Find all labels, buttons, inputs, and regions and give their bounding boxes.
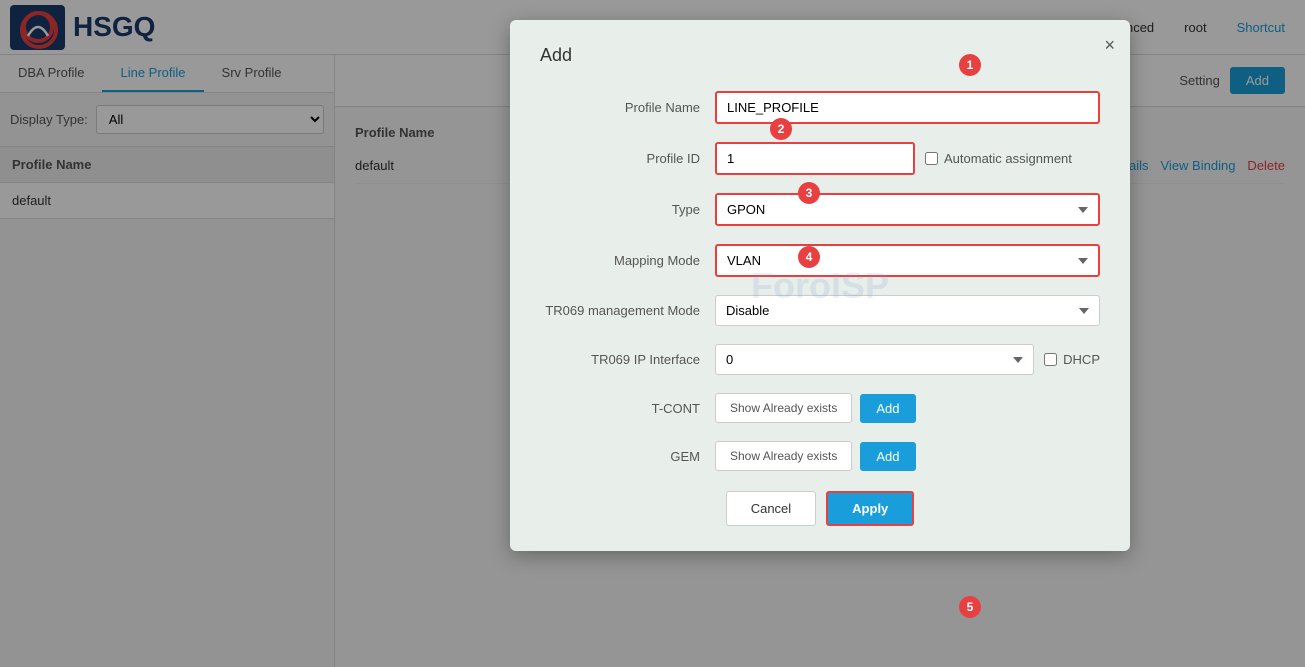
modal-title: Add [540,45,1100,66]
profile-name-input[interactable] [715,91,1100,124]
tr069-mode-row: TR069 management Mode Disable Enable [540,295,1100,326]
gem-controls: Show Already exists Add [715,441,916,471]
auto-assign-checkbox[interactable] [925,152,938,165]
apply-button[interactable]: Apply [826,491,914,526]
badge-5: 5 [959,596,981,618]
modal-footer: Cancel Apply [540,491,1100,526]
mapping-mode-label: Mapping Mode [540,253,715,268]
modal-close-button[interactable]: × [1104,35,1115,56]
type-label: Type [540,202,715,217]
cancel-button[interactable]: Cancel [726,491,816,526]
tcont-label: T-CONT [540,401,715,416]
tr069-ip-label: TR069 IP Interface [540,352,715,367]
auto-assign-label: Automatic assignment [925,151,1072,166]
tr069-ip-select[interactable]: 0 [715,344,1034,375]
tcont-controls: Show Already exists Add [715,393,916,423]
gem-add-button[interactable]: Add [860,442,915,471]
profile-id-row: Profile ID Automatic assignment [540,142,1100,175]
tcont-add-button[interactable]: Add [860,394,915,423]
tr069-ip-row: TR069 IP Interface 0 DHCP [540,344,1100,375]
tcont-row: T-CONT Show Already exists Add [540,393,1100,423]
dhcp-checkbox[interactable] [1044,353,1057,366]
tcont-show-exists-button[interactable]: Show Already exists [715,393,852,423]
gem-label: GEM [540,449,715,464]
tr069-mode-label: TR069 management Mode [540,303,715,318]
dhcp-label: DHCP [1044,352,1100,367]
mapping-mode-select[interactable]: VLAN GEM [715,244,1100,277]
profile-name-row: Profile Name [540,91,1100,124]
gem-show-exists-button[interactable]: Show Already exists [715,441,852,471]
badge-1: 1 [959,54,981,76]
type-row: Type GPON EPON 10GPON [540,193,1100,226]
type-select[interactable]: GPON EPON 10GPON [715,193,1100,226]
mapping-mode-row: Mapping Mode VLAN GEM [540,244,1100,277]
badge-4: 4 [798,246,820,268]
profile-id-label: Profile ID [540,151,715,166]
add-modal: Add × ForoISP Profile Name Profile ID Au… [335,10,1305,667]
profile-name-label: Profile Name [540,100,715,115]
gem-row: GEM Show Already exists Add [540,441,1100,471]
tr069-mode-select[interactable]: Disable Enable [715,295,1100,326]
profile-id-input[interactable] [715,142,915,175]
badge-3: 3 [798,182,820,204]
modal-box: Add × ForoISP Profile Name Profile ID Au… [510,20,1130,551]
badge-2: 2 [770,118,792,140]
